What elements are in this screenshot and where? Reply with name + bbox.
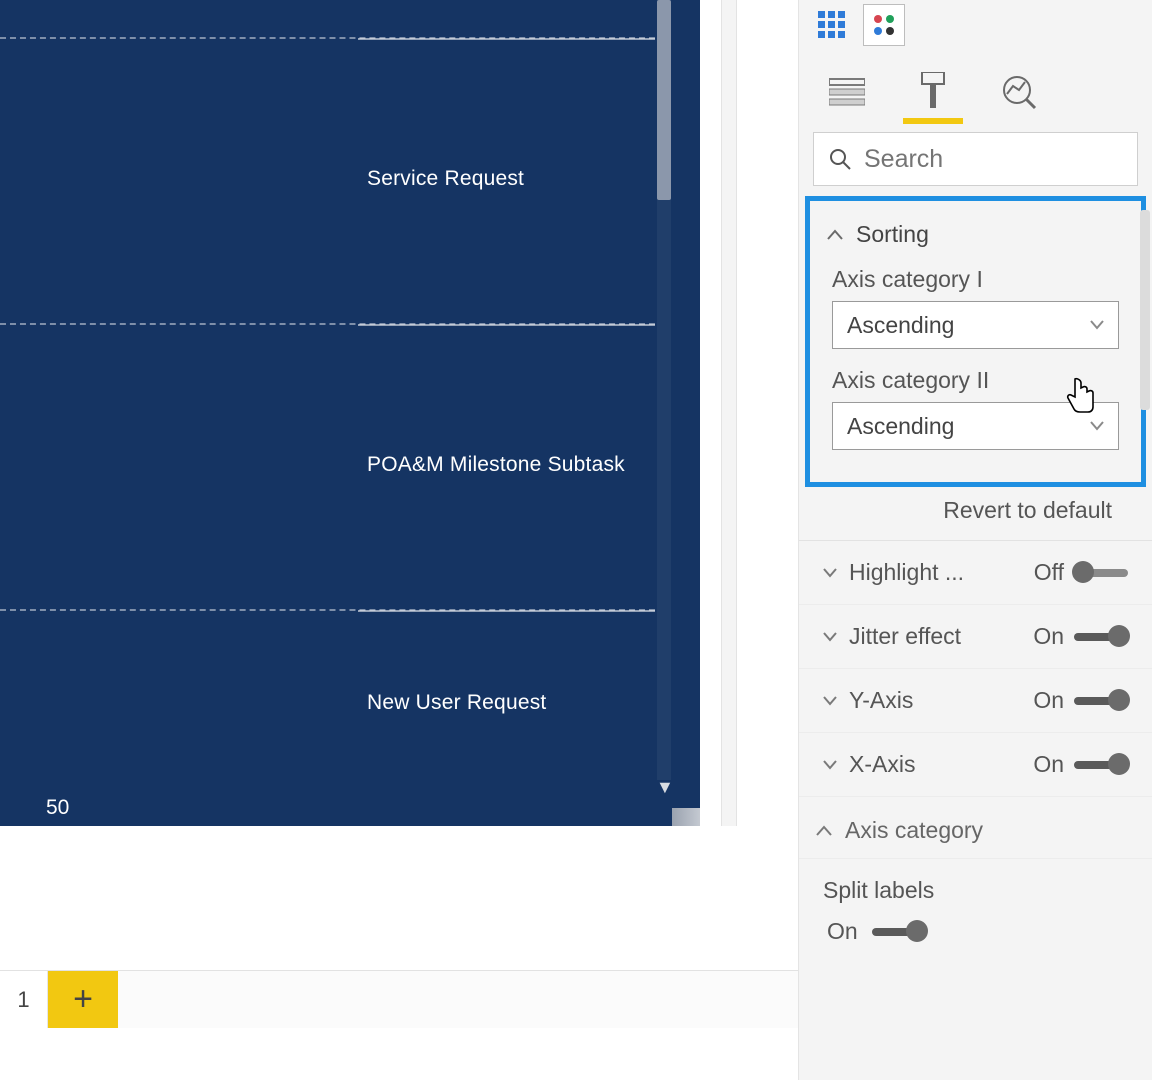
axis2-label: Axis category II xyxy=(832,367,1119,394)
page-tab-active[interactable]: 1 xyxy=(0,971,48,1028)
resize-handle[interactable] xyxy=(672,808,700,826)
viz-type-grid-icon[interactable] xyxy=(811,4,853,46)
prop-highlight-label: Highlight ... xyxy=(849,559,964,586)
visual-scrollbar[interactable]: ▼ xyxy=(657,0,671,780)
prop-highlight-toggle[interactable] xyxy=(1074,569,1128,577)
axis2-dropdown[interactable]: Ascending xyxy=(832,402,1119,450)
split-labels-toggle[interactable] xyxy=(872,928,926,936)
chevron-up-icon xyxy=(815,822,833,840)
format-tab-icon[interactable] xyxy=(909,68,957,116)
revert-to-default-link[interactable]: Revert to default xyxy=(799,487,1152,541)
row-divider xyxy=(358,38,655,40)
chevron-down-icon xyxy=(1090,320,1104,330)
prop-jitter-label: Jitter effect xyxy=(849,623,961,650)
viz-type-custom-icon[interactable] xyxy=(863,4,905,46)
axis1-dropdown[interactable]: Ascending xyxy=(832,301,1119,349)
chevron-down-icon xyxy=(823,632,837,642)
page-tabs: 1 + xyxy=(0,970,798,1028)
prop-xaxis-label: X-Axis xyxy=(849,751,915,778)
chart-row: New User Request xyxy=(0,609,655,783)
chevron-up-icon xyxy=(826,226,844,244)
add-page-button[interactable]: + xyxy=(48,971,118,1028)
analytics-tab-icon[interactable] xyxy=(995,68,1043,116)
search-icon xyxy=(828,147,852,171)
chart-visual[interactable]: Service Request POA&M Milestone Subtask … xyxy=(0,0,700,826)
prop-yaxis[interactable]: Y-Axis On xyxy=(799,669,1152,733)
scroll-down-icon[interactable]: ▼ xyxy=(656,777,674,798)
row-label: New User Request xyxy=(367,691,546,715)
sorting-header[interactable]: Sorting xyxy=(810,201,1141,262)
chevron-down-icon xyxy=(823,696,837,706)
split-labels-block: Split labels On xyxy=(799,859,1152,951)
row-label: POA&M Milestone Subtask xyxy=(367,453,625,477)
search-input-wrap[interactable] xyxy=(813,132,1138,186)
axis2-value: Ascending xyxy=(847,413,954,440)
axis1-value: Ascending xyxy=(847,312,954,339)
page-tab-label: 1 xyxy=(17,987,29,1013)
split-labels-label: Split labels xyxy=(823,877,1128,904)
chevron-down-icon xyxy=(823,568,837,578)
row-label: Service Request xyxy=(367,167,524,191)
prop-highlight[interactable]: Highlight ... Off xyxy=(799,541,1152,605)
x-axis-tick: 50 xyxy=(46,796,69,820)
scrollbar-thumb[interactable] xyxy=(657,0,671,200)
format-pane: Sorting Axis category I Ascending Axis c… xyxy=(798,0,1152,1080)
chart-row: POA&M Milestone Subtask xyxy=(0,323,655,609)
chevron-down-icon xyxy=(1090,421,1104,431)
prop-jitter-toggle[interactable] xyxy=(1074,633,1128,641)
plus-icon: + xyxy=(73,980,93,1019)
chart-row: Service Request xyxy=(0,37,655,323)
prop-yaxis-state: On xyxy=(1033,687,1064,714)
prop-yaxis-label: Y-Axis xyxy=(849,687,913,714)
prop-xaxis[interactable]: X-Axis On xyxy=(799,733,1152,797)
split-labels-state: On xyxy=(827,918,858,945)
visualizations-palette xyxy=(799,0,1152,54)
prop-highlight-state: Off xyxy=(1034,559,1064,586)
prop-yaxis-toggle[interactable] xyxy=(1074,697,1128,705)
axis-category-header[interactable]: Axis category xyxy=(799,797,1152,859)
prop-xaxis-toggle[interactable] xyxy=(1074,761,1128,769)
pane-scrollbar[interactable] xyxy=(1140,210,1150,410)
prop-jitter-state: On xyxy=(1033,623,1064,650)
prop-xaxis-state: On xyxy=(1033,751,1064,778)
canvas-scrollbar[interactable] xyxy=(721,0,737,826)
chevron-down-icon xyxy=(823,760,837,770)
sorting-title: Sorting xyxy=(856,221,929,248)
pane-mode-tabs xyxy=(799,54,1152,116)
report-canvas[interactable]: Service Request POA&M Milestone Subtask … xyxy=(0,0,798,1080)
row-divider xyxy=(358,324,655,326)
prop-jitter[interactable]: Jitter effect On xyxy=(799,605,1152,669)
axis1-label: Axis category I xyxy=(832,266,1119,293)
row-divider xyxy=(358,610,655,612)
sorting-section-highlight: Sorting Axis category I Ascending Axis c… xyxy=(805,196,1146,487)
fields-tab-icon[interactable] xyxy=(823,68,871,116)
search-input[interactable] xyxy=(864,145,1123,174)
axis-category-title: Axis category xyxy=(845,817,983,844)
chart-plot-area: Service Request POA&M Milestone Subtask … xyxy=(0,0,655,783)
